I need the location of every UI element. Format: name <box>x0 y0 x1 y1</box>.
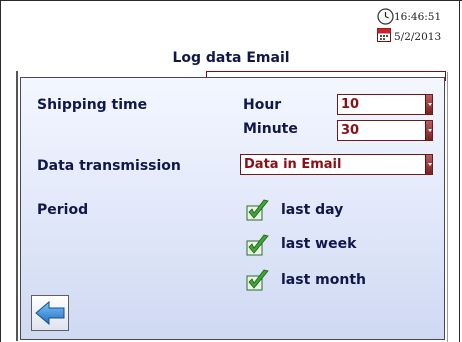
last-month-checkbox[interactable] <box>246 269 270 291</box>
frame-divider <box>447 72 448 342</box>
hour-dropdown-arrow-icon[interactable] <box>425 95 432 114</box>
last-week-label: last week <box>281 236 357 252</box>
clock-time: 16:46:51 <box>394 11 442 23</box>
last-month-label: last month <box>281 272 366 288</box>
minute-value: 30 <box>341 123 360 138</box>
data-transmission-label: Data transmission <box>37 158 181 174</box>
screen: 16:46:51 5/2/2013 Log data Email Shippin… <box>0 0 462 342</box>
last-day-checkbox[interactable] <box>246 199 270 221</box>
page-title: Log data Email <box>172 50 290 66</box>
shipping-time-label: Shipping time <box>37 97 148 113</box>
last-day-label: last day <box>281 202 344 218</box>
minute-label: Minute <box>243 121 298 137</box>
hour-dropdown[interactable]: 10 <box>337 94 433 115</box>
calendar-icon <box>377 28 391 42</box>
minute-dropdown[interactable]: 30 <box>337 120 433 141</box>
hour-value: 10 <box>341 97 360 112</box>
clock-icon <box>377 8 394 25</box>
hour-label: Hour <box>243 97 282 113</box>
period-label: Period <box>37 202 89 218</box>
arrow-left-icon <box>35 300 65 326</box>
data-transmission-value: Data in Email <box>244 157 342 172</box>
minute-dropdown-arrow-icon[interactable] <box>425 121 432 140</box>
calendar-date: 5/2/2013 <box>394 31 442 43</box>
back-button[interactable] <box>31 295 69 331</box>
data-transmission-dropdown[interactable]: Data in Email <box>240 154 433 175</box>
status-area: 16:46:51 5/2/2013 <box>370 5 460 47</box>
last-week-checkbox[interactable] <box>246 234 270 256</box>
data-transmission-arrow-icon[interactable] <box>425 155 432 174</box>
background-edge <box>16 71 18 341</box>
frame-border-top <box>0 0 462 1</box>
